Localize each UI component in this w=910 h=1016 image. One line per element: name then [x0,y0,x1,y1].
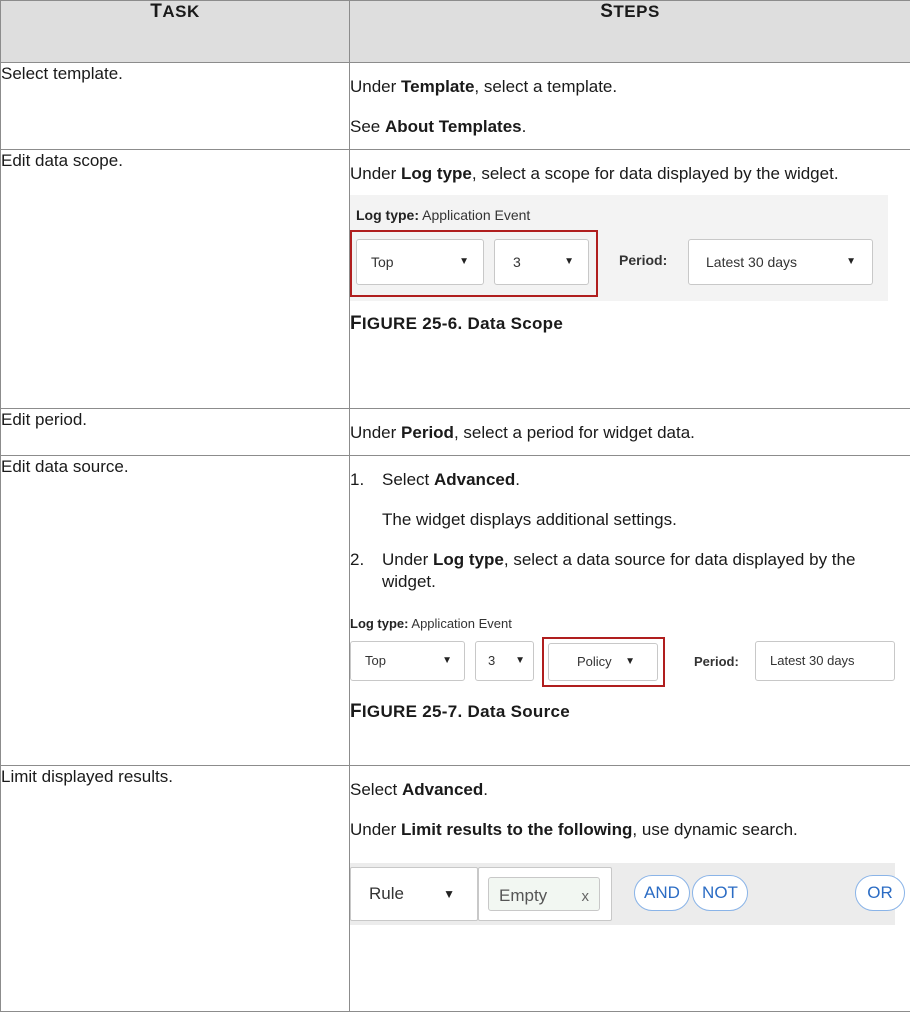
list-item: 2. Under Log type, select a data source … [350,550,856,591]
list-item: 1. Select Advanced. The widget displays … [350,456,910,531]
step-text: See About Templates. [350,117,527,136]
period-label: Period: [694,654,739,669]
steps-cell: Under Template, select a template. See A… [349,62,910,150]
step-text: Under Limit results to the following, us… [350,820,798,839]
rule-dropdown[interactable]: Rule ▼ [350,867,478,921]
and-button[interactable]: AND [634,875,690,911]
steps-cell: Under Period, select a period for widget… [349,408,910,456]
table-row: Edit period. Under Period, select a peri… [0,408,910,456]
task-cell: Limit displayed results. [0,765,350,1012]
header-task-initial: T [150,1,163,22]
task-cell: Edit data source. [0,455,350,766]
header-steps: STEPS [349,0,910,63]
header-steps-initial: S [600,1,614,22]
condition-container: Empty x [478,867,612,921]
task-cell: Edit data scope. [0,149,350,409]
header-steps-rest: TEPS [613,2,660,21]
count-dropdown[interactable]: 3 ▼ [494,239,589,285]
period-label: Period: [619,252,668,268]
step-text: Under Template, select a template. [350,77,618,96]
steps-cell: 1. Select Advanced. The widget displays … [349,455,910,766]
data-scope-figure: Log type: Application Event Top ▼ 3 ▼ Pe… [350,195,888,301]
figure-caption: FIGURE 25-6. Data Scope [350,313,564,334]
triangle-down-icon: ▼ [515,655,525,666]
triangle-down-icon: ▼ [442,655,452,666]
period-dropdown[interactable]: Latest 30 days [755,641,895,681]
step-subtext: The widget displays additional settings. [382,510,677,529]
close-x-icon[interactable]: x [582,886,590,908]
step-list: 1. Select Advanced. The widget displays … [350,456,910,593]
dynamic-search-widget: Rule ▼ Empty x AND NOT OR [350,863,905,925]
task-steps-table: TASK STEPS Select template. Under Templa… [0,0,910,1012]
period-dropdown[interactable]: Latest 30 days ▼ [688,239,873,285]
or-button[interactable]: OR [855,875,905,911]
triangle-down-icon: ▼ [846,256,856,267]
steps-cell: Under Log type, select a scope for data … [349,149,910,409]
triangle-down-icon: ▼ [564,256,574,267]
not-button[interactable]: NOT [692,875,748,911]
table-row: Edit data scope. Under Log type, select … [0,149,910,409]
figure-caption: FIGURE 25-7. Data Source [350,701,571,722]
count-dropdown[interactable]: 3 ▼ [475,641,534,681]
top-dropdown[interactable]: Top ▼ [350,641,465,681]
triangle-down-icon: ▼ [443,887,455,901]
task-cell: Select template. [0,62,350,150]
task-cell: Edit period. [0,408,350,456]
top-dropdown[interactable]: Top ▼ [356,239,484,285]
table-row: Edit data source. 1. Select Advanced. Th… [0,455,910,766]
step-text: Select Advanced. [350,780,488,799]
policy-dropdown[interactable]: Policy ▼ [548,643,658,681]
log-type-label: Log type: Application Event [350,616,512,631]
header-row: TASK STEPS [0,0,910,63]
log-type-label: Log type: Application Event [356,207,531,223]
header-task-rest: ASK [162,2,200,21]
empty-tag[interactable]: Empty x [488,877,600,911]
table-row: Select template. Under Template, select … [0,62,910,150]
steps-cell: Select Advanced. Under Limit results to … [349,765,910,1012]
triangle-down-icon: ▼ [625,656,635,667]
step-text: Under Period, select a period for widget… [350,423,695,442]
table-row: Limit displayed results. Select Advanced… [0,765,910,1012]
step-text: Under Log type, select a scope for data … [350,164,839,183]
data-source-figure: Log type: Application Event Top ▼ 3 ▼ Po… [350,611,895,689]
triangle-down-icon: ▼ [459,256,469,267]
header-task: TASK [0,0,350,63]
